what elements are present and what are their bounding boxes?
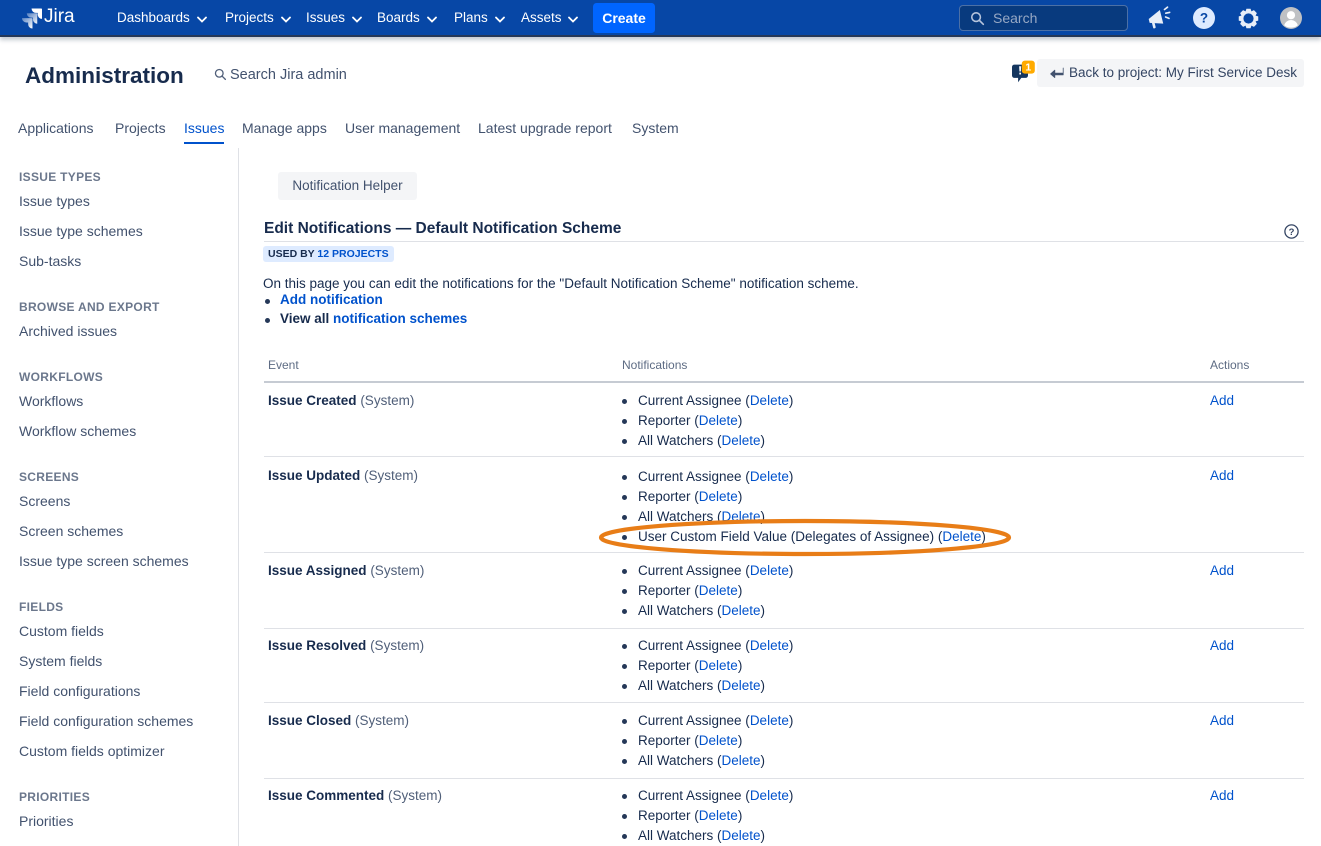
svg-text:?: ? <box>1200 11 1208 26</box>
svg-text:?: ? <box>1289 227 1295 238</box>
svg-text:1: 1 <box>1025 62 1031 74</box>
